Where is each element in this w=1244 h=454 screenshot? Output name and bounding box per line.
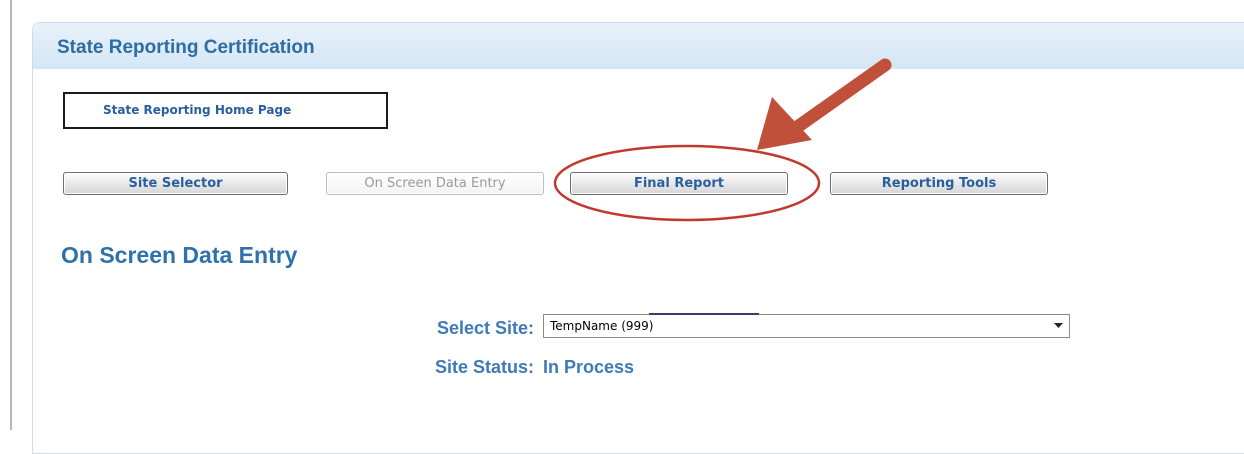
page-title: State Reporting Certification [57,37,315,58]
left-divider [10,0,12,430]
home-link-label: State Reporting Home Page [103,103,292,117]
state-reporting-home-link[interactable]: State Reporting Home Page [63,92,388,129]
select-site-label: Select Site: [436,318,534,338]
panel-header: State Reporting Certification [33,23,1244,69]
final-report-button[interactable]: Final Report [570,172,788,195]
site-status-value: In Process [543,357,635,377]
site-status-label: Site Status: [434,357,534,377]
chevron-down-icon[interactable] [1049,315,1069,337]
reporting-tools-button[interactable]: Reporting Tools [830,172,1048,195]
on-screen-data-entry-button[interactable]: On Screen Data Entry [326,172,544,195]
state-reporting-panel: State Reporting Certification State Repo… [32,22,1244,454]
site-selector-button[interactable]: Site Selector [63,172,288,195]
select-site-value: TempName (999) [550,319,654,333]
section-heading: On Screen Data Entry [61,242,298,268]
select-site-dropdown[interactable]: TempName (999) [543,313,1070,338]
